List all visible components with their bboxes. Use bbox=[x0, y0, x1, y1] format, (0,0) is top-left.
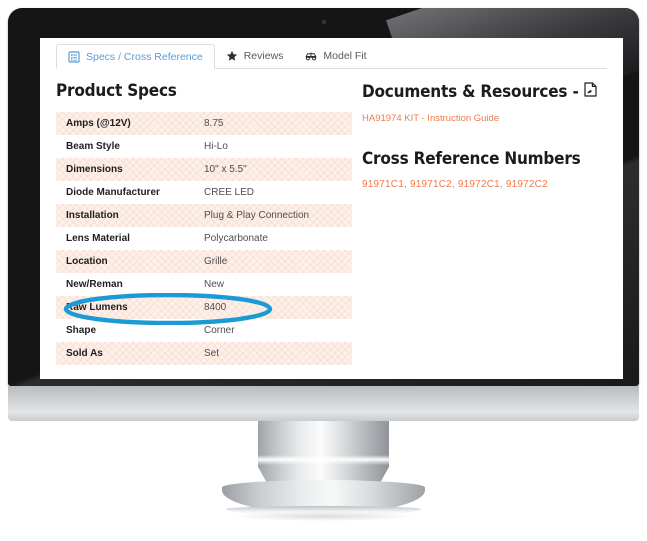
spec-value: CREE LED bbox=[204, 186, 255, 198]
spec-value: Grille bbox=[204, 255, 228, 267]
tab-bar: Specs / Cross Reference Reviews Model Fi… bbox=[56, 42, 607, 69]
monitor-bezel: Specs / Cross Reference Reviews Model Fi… bbox=[8, 8, 639, 386]
instruction-guide-link[interactable]: HA91974 KIT - Instruction Guide bbox=[362, 113, 612, 124]
spec-value: Set bbox=[204, 347, 220, 359]
spec-value: Polycarbonate bbox=[204, 232, 268, 244]
product-page: Specs / Cross Reference Reviews Model Fi… bbox=[40, 38, 623, 379]
table-row: Beam Style Hi-Lo bbox=[56, 135, 352, 158]
spec-key: Raw Lumens bbox=[66, 301, 128, 313]
table-row: Dimensions 10" x 5.5" bbox=[56, 157, 352, 181]
spec-key: Diode Manufacturer bbox=[66, 186, 160, 198]
tab-model-fit[interactable]: Model Fit bbox=[294, 43, 377, 68]
webcam-dot-icon bbox=[321, 20, 326, 24]
monitor-chin bbox=[8, 386, 639, 421]
spec-value: 8400 bbox=[204, 301, 227, 313]
tab-reviews[interactable]: Reviews bbox=[215, 43, 295, 68]
documents-resources-heading: Documents & Resources - bbox=[362, 82, 612, 102]
product-specs-heading: Product Specs bbox=[56, 81, 177, 101]
tab-label: Specs / Cross Reference bbox=[86, 50, 203, 63]
product-specs-table: Amps (@12V) 8.75 Beam Style Hi-Lo Dimensions… bbox=[56, 111, 352, 365]
vehicle-icon bbox=[305, 50, 317, 62]
table-row: Raw Lumens 8400 bbox=[56, 295, 352, 319]
table-row: Shape Corner bbox=[56, 319, 352, 342]
monitor-illustration: Specs / Cross Reference Reviews Model Fi… bbox=[0, 0, 647, 541]
tab-specs-cross-reference[interactable]: Specs / Cross Reference bbox=[56, 44, 215, 69]
spec-value: Corner bbox=[204, 324, 235, 336]
spec-key: Beam Style bbox=[66, 140, 120, 152]
spec-key: Lens Material bbox=[66, 232, 130, 244]
table-row: Lens Material Polycarbonate bbox=[56, 227, 352, 250]
spec-key: New/Reman bbox=[66, 278, 123, 290]
spec-key: Dimensions bbox=[66, 163, 123, 175]
cross-reference-numbers: 91971C1, 91971C2, 91972C1, 91972C2 bbox=[362, 179, 548, 191]
table-row: New/Reman New bbox=[56, 273, 352, 296]
table-row: Amps (@12V) 8.75 bbox=[56, 111, 352, 135]
table-row: Installation Plug & Play Connection bbox=[56, 203, 352, 227]
cross-reference-heading: Cross Reference Numbers bbox=[362, 148, 581, 169]
monitor-drop-shadow bbox=[232, 512, 415, 521]
spec-key: Location bbox=[66, 255, 108, 267]
spec-value: 10" x 5.5" bbox=[204, 163, 247, 175]
documents-resources-column: Documents & Resources - HA91974 KIT - In… bbox=[362, 82, 612, 190]
product-specs-body: Amps (@12V) 8.75 Beam Style Hi-Lo Dimensions… bbox=[56, 111, 352, 365]
pdf-document-icon bbox=[583, 82, 597, 102]
star-icon bbox=[226, 50, 238, 62]
spec-key: Shape bbox=[66, 324, 97, 336]
spec-key: Amps (@12V) bbox=[66, 117, 131, 129]
documents-resources-heading-text: Documents & Resources - bbox=[362, 81, 579, 102]
table-row: Diode Manufacturer CREE LED bbox=[56, 181, 352, 204]
tab-label: Model Fit bbox=[323, 49, 367, 62]
spec-key: Sold As bbox=[66, 347, 103, 359]
list-document-icon bbox=[68, 50, 80, 63]
monitor-screen: Specs / Cross Reference Reviews Model Fi… bbox=[40, 38, 623, 379]
product-specs-column: Product Specs Amps (@12V) 8.75 Beam Style H… bbox=[56, 82, 366, 365]
spec-value: 8.75 bbox=[204, 117, 224, 129]
spec-key: Installation bbox=[66, 209, 119, 221]
spec-value: New bbox=[204, 278, 225, 290]
table-row: Location Grille bbox=[56, 249, 352, 273]
table-row: Sold As Set bbox=[56, 341, 352, 365]
spec-value: Plug & Play Connection bbox=[204, 209, 310, 221]
spec-value: Hi-Lo bbox=[204, 140, 228, 152]
tab-label: Reviews bbox=[243, 49, 284, 62]
